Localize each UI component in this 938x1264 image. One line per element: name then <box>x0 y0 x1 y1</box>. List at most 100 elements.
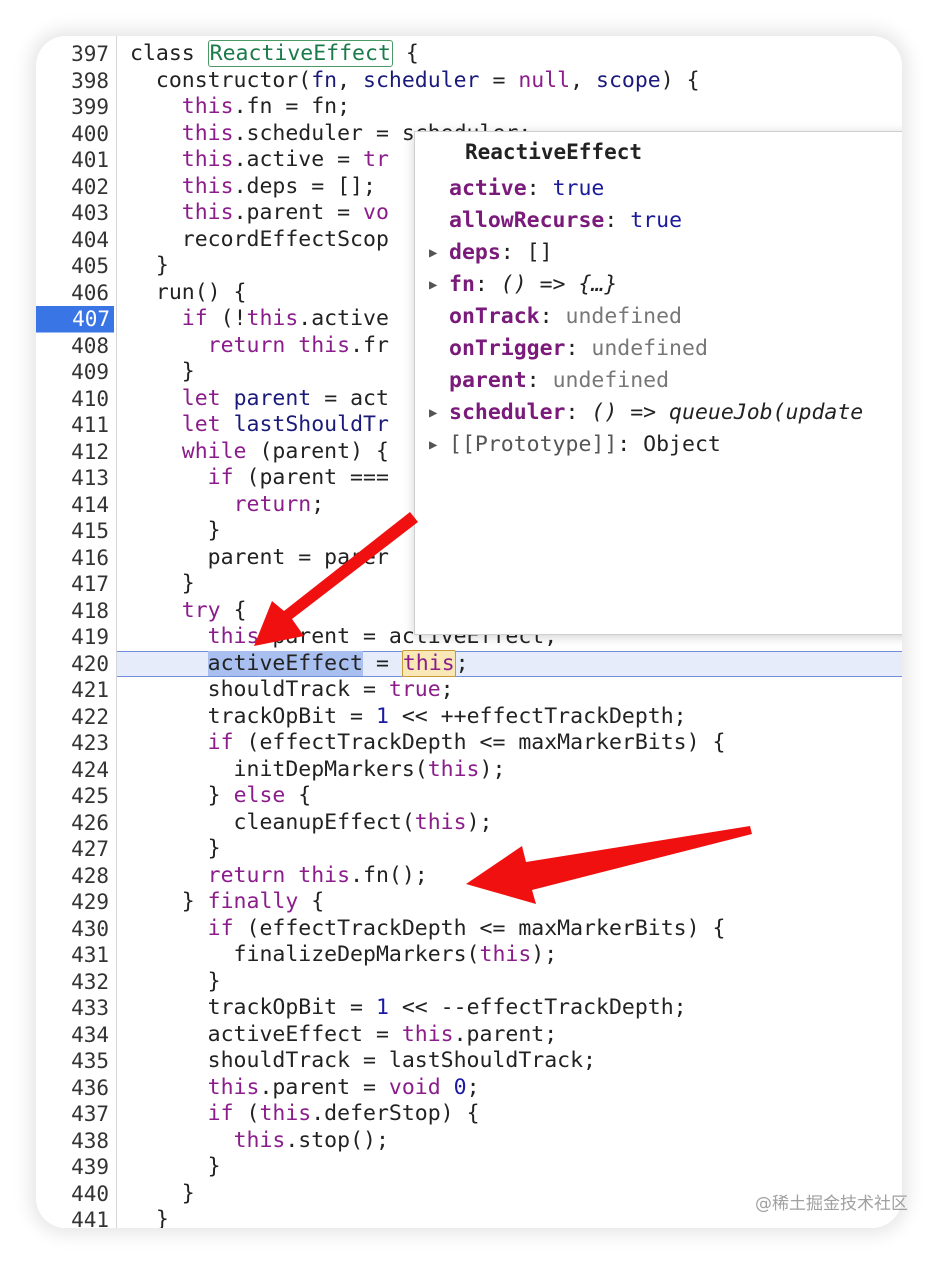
line-number[interactable]: 399 <box>36 94 109 121</box>
property-key: scheduler <box>449 400 566 425</box>
code-line[interactable]: 421 shouldTrack = true; <box>36 677 902 704</box>
property-row-scheduler[interactable]: ▶ scheduler: () => queueJob(update <box>429 400 863 430</box>
code-token: this <box>479 942 532 967</box>
line-number[interactable]: 406 <box>36 280 109 307</box>
line-number[interactable]: 421 <box>36 677 109 704</box>
code-text: } <box>130 253 169 280</box>
code-line[interactable]: 425 } else { <box>36 783 902 810</box>
line-number[interactable]: 427 <box>36 836 109 863</box>
line-number[interactable]: 430 <box>36 916 109 943</box>
line-number[interactable]: 432 <box>36 969 109 996</box>
line-number[interactable]: 413 <box>36 465 109 492</box>
code-token: ; <box>311 491 325 517</box>
line-number[interactable]: 410 <box>36 386 109 413</box>
code-line[interactable]: 429 } finally { <box>36 889 902 916</box>
line-number[interactable]: 434 <box>36 1022 109 1049</box>
property-key: [[Prototype]] <box>449 432 618 457</box>
line-number[interactable]: 428 <box>36 863 109 890</box>
line-number[interactable]: 414 <box>36 492 109 519</box>
code-line[interactable]: 437 if (this.deferStop) { <box>36 1101 902 1128</box>
line-number[interactable]: 420 <box>36 651 109 678</box>
line-number[interactable]: 397 <box>36 41 109 68</box>
code-line[interactable]: 424 initDepMarkers(this); <box>36 757 902 784</box>
code-token: } <box>130 253 169 278</box>
code-line[interactable]: 433 trackOpBit = 1 << --effectTrackDepth… <box>36 995 902 1022</box>
code-line[interactable]: 397 class ReactiveEffect { <box>36 40 902 68</box>
expand-triangle-icon[interactable]: ▶ <box>429 277 449 293</box>
line-number[interactable]: 408 <box>36 333 109 360</box>
code-text: finalizeDepMarkers(this); <box>130 942 558 969</box>
code-token: if <box>207 915 234 941</box>
code-line[interactable]: 432 } <box>36 969 902 996</box>
line-number[interactable]: 417 <box>36 571 109 598</box>
line-number[interactable]: 403 <box>36 200 109 227</box>
code-token: (parent === <box>233 465 389 490</box>
code-token: let <box>181 412 221 437</box>
property-row-fn[interactable]: ▶ fn: () => {…} <box>429 272 617 302</box>
code-line[interactable]: 434 activeEffect = this.parent; <box>36 1022 902 1049</box>
line-number[interactable]: 415 <box>36 518 109 545</box>
line-number[interactable]: 398 <box>36 68 109 95</box>
expand-triangle-icon[interactable]: ▶ <box>429 245 449 261</box>
code-token: vo <box>363 200 389 225</box>
code-line[interactable]: 398 constructor(fn, scheduler = null, sc… <box>36 68 902 95</box>
line-number[interactable]: 438 <box>36 1128 109 1155</box>
line-number[interactable]: 431 <box>36 942 109 969</box>
code-line[interactable]: 399 this.fn = fn; <box>36 94 902 121</box>
code-line[interactable]: 439 } <box>36 1154 902 1181</box>
expand-triangle-icon[interactable]: ▶ <box>429 437 449 453</box>
property-row-prototype[interactable]: ▶ [[Prototype]]: Object <box>429 432 721 462</box>
line-number[interactable]: 411 <box>36 412 109 439</box>
line-number[interactable]: 412 <box>36 439 109 466</box>
code-text: let lastShouldTr <box>130 412 389 439</box>
property-row-deps[interactable]: ▶ deps: [] <box>429 240 553 270</box>
code-text: if (effectTrackDepth <= maxMarkerBits) { <box>130 915 726 943</box>
code-token: cleanupEffect( <box>130 809 415 835</box>
code-line[interactable]: 430 if (effectTrackDepth <= maxMarkerBit… <box>36 916 902 943</box>
line-number[interactable]: 416 <box>36 545 109 572</box>
line-number[interactable]: 419 <box>36 624 109 651</box>
code-line[interactable]: 427 } <box>36 836 902 863</box>
code-token: 0 <box>453 1074 467 1100</box>
line-number[interactable]: 440 <box>36 1181 109 1208</box>
code-line[interactable]: 426 cleanupEffect(this); <box>36 810 902 837</box>
object-preview-popover[interactable]: ReactiveEffect active: true allowRecurse:… <box>414 131 902 635</box>
line-number[interactable]: 418 <box>36 598 109 625</box>
line-number[interactable]: 401 <box>36 147 109 174</box>
property-key: allowRecurse <box>449 208 605 233</box>
line-number[interactable]: 433 <box>36 995 109 1022</box>
code-line[interactable]: 435 shouldTrack = lastShouldTrack; <box>36 1048 902 1075</box>
line-number[interactable]: 429 <box>36 889 109 916</box>
code-line[interactable]: 423 if (effectTrackDepth <= maxMarkerBit… <box>36 730 902 757</box>
code-token: this <box>298 862 351 888</box>
code-line[interactable]: 422 trackOpBit = 1 << ++effectTrackDepth… <box>36 704 902 731</box>
code-text: activeEffect = this.parent; <box>130 1022 558 1049</box>
line-number[interactable]: 409 <box>36 359 109 386</box>
line-number[interactable]: 404 <box>36 227 109 254</box>
code-line[interactable]: 438 this.stop(); <box>36 1128 902 1155</box>
code-line[interactable]: 420 activeEffect = this; <box>36 649 902 678</box>
line-number[interactable]: 423 <box>36 730 109 757</box>
line-number[interactable]: 436 <box>36 1075 109 1102</box>
colon: : <box>565 400 592 425</box>
code-text: class ReactiveEffect { <box>130 40 419 68</box>
property-row-ontrigger: onTrigger: undefined <box>429 336 708 366</box>
expand-triangle-icon[interactable]: ▶ <box>429 405 449 421</box>
line-number[interactable]: 437 <box>36 1101 109 1128</box>
line-number[interactable]: 400 <box>36 121 109 148</box>
breakpoint-marker[interactable]: 407 <box>36 306 114 333</box>
code-line[interactable]: 436 this.parent = void 0; <box>36 1075 902 1102</box>
line-number[interactable]: 402 <box>36 174 109 201</box>
line-number[interactable]: 425 <box>36 783 109 810</box>
line-number[interactable]: 405 <box>36 253 109 280</box>
code-line[interactable]: 428 return this.fn(); <box>36 863 902 890</box>
line-number[interactable]: 435 <box>36 1048 109 1075</box>
line-number[interactable]: 424 <box>36 757 109 784</box>
line-number[interactable]: 439 <box>36 1154 109 1181</box>
line-number[interactable]: 426 <box>36 810 109 837</box>
line-number[interactable]: 441 <box>36 1207 109 1228</box>
line-number[interactable]: 422 <box>36 704 109 731</box>
code-line[interactable]: 431 finalizeDepMarkers(this); <box>36 942 902 969</box>
